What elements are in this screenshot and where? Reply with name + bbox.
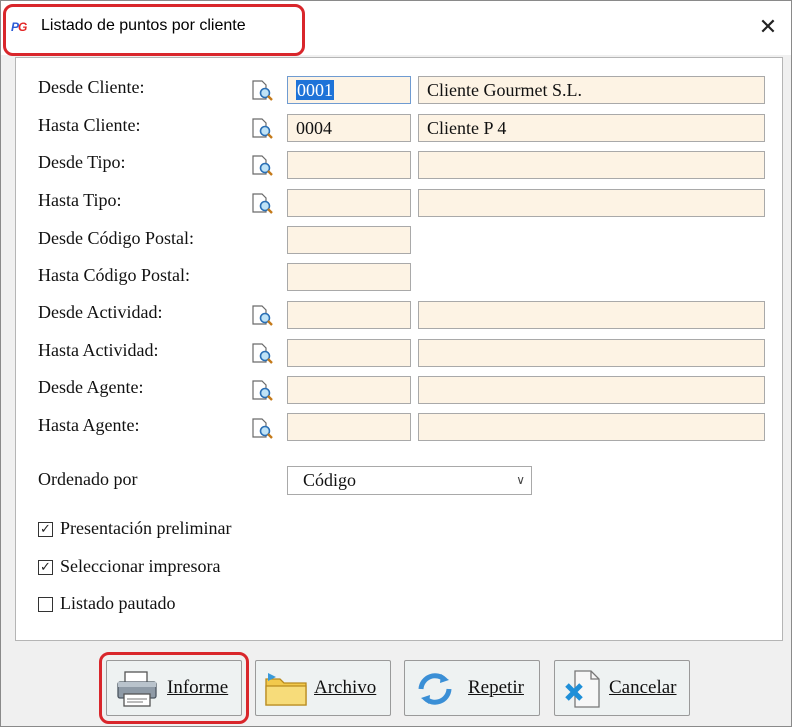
desde-actividad-desc-field xyxy=(418,301,765,329)
lookup-search-icon[interactable] xyxy=(250,305,274,327)
desde-codigo-postal-input[interactable] xyxy=(287,226,411,254)
desde-tipo-code-input[interactable] xyxy=(287,151,411,179)
label-hasta-cliente: Hasta Cliente: xyxy=(38,115,141,135)
checkbox-label: Listado pautado xyxy=(60,593,176,613)
checkbox-checked-icon[interactable]: ✓ xyxy=(38,522,53,537)
desde-cliente-code-input[interactable]: 0001 xyxy=(287,76,411,104)
hasta-cliente-code-input[interactable]: 0004 xyxy=(287,114,411,142)
checkbox-unchecked-icon[interactable] xyxy=(38,597,53,612)
repetir-button-label: Repetir xyxy=(468,677,524,698)
refresh-icon xyxy=(413,669,457,709)
hasta-actividad-code-input[interactable] xyxy=(287,339,411,367)
label-hasta-codigo-postal: Hasta Código Postal: xyxy=(38,265,190,285)
desde-agente-code-input[interactable] xyxy=(287,376,411,404)
folder-icon xyxy=(264,669,308,709)
label-desde-actividad: Desde Actividad: xyxy=(38,302,163,322)
cancel-document-icon xyxy=(563,669,607,709)
desde-agente-desc-field xyxy=(418,376,765,404)
hasta-tipo-code-input[interactable] xyxy=(287,189,411,217)
label-ordenado-por: Ordenado por xyxy=(38,469,138,489)
informe-highlight-annotation xyxy=(99,652,249,724)
chevron-down-icon: ∨ xyxy=(516,473,525,487)
repetir-button[interactable]: Repetir xyxy=(404,660,540,716)
hasta-codigo-postal-input[interactable] xyxy=(287,263,411,291)
close-icon[interactable]: ✕ xyxy=(753,13,783,43)
lookup-search-icon[interactable] xyxy=(250,193,274,215)
lookup-search-icon[interactable] xyxy=(250,155,274,177)
label-desde-tipo: Desde Tipo: xyxy=(38,152,126,172)
archivo-button[interactable]: Archivo xyxy=(255,660,391,716)
desde-actividad-code-input[interactable] xyxy=(287,301,411,329)
lookup-search-icon[interactable] xyxy=(250,343,274,365)
label-desde-agente: Desde Agente: xyxy=(38,377,144,397)
ordenado-por-value: Código xyxy=(303,470,357,490)
ordenado-por-select[interactable]: Código ∨ xyxy=(287,466,532,495)
title-highlight-annotation xyxy=(3,4,305,56)
checkbox-checked-icon[interactable]: ✓ xyxy=(38,560,53,575)
label-hasta-tipo: Hasta Tipo: xyxy=(38,190,122,210)
hasta-agente-code-input[interactable] xyxy=(287,413,411,441)
hasta-actividad-desc-field xyxy=(418,339,765,367)
lookup-search-icon[interactable] xyxy=(250,80,274,102)
label-hasta-agente: Hasta Agente: xyxy=(38,415,140,435)
desde-cliente-desc-field: Cliente Gourmet S.L. xyxy=(418,76,765,104)
label-desde-codigo-postal: Desde Código Postal: xyxy=(38,228,194,248)
hasta-cliente-desc-field: Cliente P 4 xyxy=(418,114,765,142)
cancelar-button-label: Cancelar xyxy=(609,677,677,698)
hasta-agente-desc-field xyxy=(418,413,765,441)
checkbox-label: Seleccionar impresora xyxy=(60,556,221,576)
checkbox-label: Presentación preliminar xyxy=(60,518,232,538)
lookup-search-icon[interactable] xyxy=(250,118,274,140)
label-desde-cliente: Desde Cliente: xyxy=(38,77,145,97)
hasta-tipo-desc-field xyxy=(418,189,765,217)
archivo-button-label: Archivo xyxy=(314,677,377,698)
label-hasta-actividad: Hasta Actividad: xyxy=(38,340,159,360)
lookup-search-icon[interactable] xyxy=(250,418,274,440)
desde-tipo-desc-field xyxy=(418,151,765,179)
cancelar-button[interactable]: Cancelar xyxy=(554,660,690,716)
lookup-search-icon[interactable] xyxy=(250,380,274,402)
